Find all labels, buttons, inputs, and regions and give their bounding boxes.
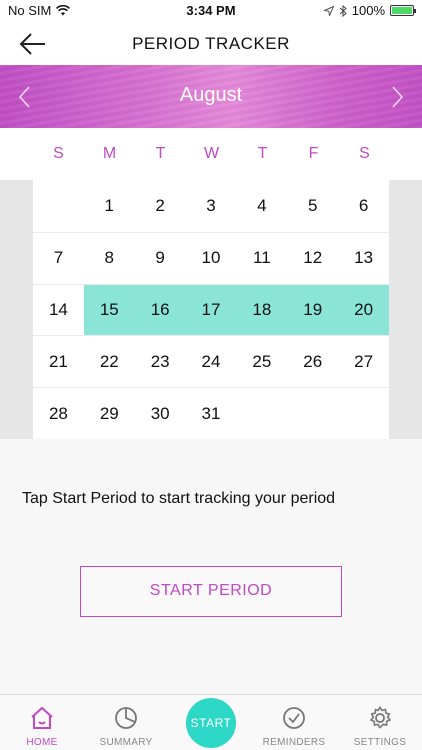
month-name: August — [179, 84, 243, 106]
tab-reminders-label: REMINDERS — [262, 737, 326, 748]
home-icon — [31, 706, 53, 729]
calendar-day-2[interactable]: 2 — [135, 180, 186, 232]
calendar-week-row: 7 8 9 10 11 12 13 — [33, 231, 389, 284]
weekday-sat: S — [359, 145, 370, 162]
weekday-fri: F — [308, 145, 319, 162]
start-button[interactable]: START — [186, 698, 236, 748]
calendar-day-19[interactable]: 19 — [287, 284, 339, 336]
calendar-day-6[interactable]: 6 — [338, 180, 389, 232]
calendar-day-3[interactable]: 3 — [186, 180, 237, 232]
calendar-week-row: 14 15 16 17 18 19 20 — [33, 283, 390, 336]
calendar-day-9[interactable]: 9 — [135, 233, 186, 284]
calendar-day-4[interactable]: 4 — [236, 180, 287, 232]
calendar-day-8[interactable]: 8 — [84, 233, 135, 284]
calendar-day-5[interactable]: 5 — [287, 180, 338, 232]
tab-summary-label: SUMMARY — [99, 737, 153, 748]
nav-bar: PERIOD TRACKER — [0, 22, 422, 65]
gear-icon — [369, 706, 392, 729]
start-period-button[interactable]: START PERIOD — [80, 566, 342, 617]
calendar-day-23[interactable]: 23 — [135, 336, 186, 387]
tab-home[interactable]: HOME — [0, 695, 84, 750]
calendar-day-26[interactable]: 26 — [287, 336, 338, 387]
calendar-empty-cell — [33, 180, 84, 232]
calendar-area: 1 2 3 4 5 6 7 8 9 10 11 12 13 14 15 16 17 18 19 20 21 22 23 24 2… — [0, 180, 422, 439]
calendar-empty-cell — [236, 388, 287, 439]
page-title: PERIOD TRACKER — [132, 34, 290, 53]
battery-icon — [390, 5, 416, 16]
calendar-day-25[interactable]: 25 — [236, 336, 287, 387]
calendar-day-17[interactable]: 17 — [185, 284, 237, 336]
calendar-day-22[interactable]: 22 — [84, 336, 135, 387]
weekday-thu: T — [257, 145, 268, 162]
calendar-day-20[interactable]: 20 — [338, 284, 390, 336]
calendar-day-11[interactable]: 11 — [236, 233, 287, 284]
calendar-week-row: 28 29 30 31 — [33, 387, 389, 439]
weekday-mon: M — [102, 145, 117, 162]
calendar-day-27[interactable]: 27 — [338, 336, 389, 387]
calendar-day-14[interactable]: 14 — [33, 285, 84, 336]
weekday-tue: T — [155, 145, 166, 162]
calendar-week-row: 21 22 23 24 25 26 27 — [33, 335, 389, 387]
tab-settings[interactable]: SETTINGS — [338, 695, 422, 750]
battery-percent: 100% — [351, 3, 385, 18]
tab-summary[interactable]: SUMMARY — [84, 695, 168, 750]
calendar-day-1[interactable]: 1 — [84, 180, 135, 232]
hint-text: Tap Start Period to start tracking your … — [22, 490, 336, 507]
tab-reminders[interactable]: REMINDERS — [252, 695, 336, 750]
tab-settings-label: SETTINGS — [353, 737, 407, 748]
weekday-header: S M T W T F S — [0, 128, 422, 180]
next-month-button[interactable] — [387, 85, 407, 109]
calendar-day-13[interactable]: 13 — [338, 233, 389, 284]
chevron-right-icon — [392, 86, 404, 108]
calendar-day-10[interactable]: 10 — [186, 233, 237, 284]
calendar-day-16[interactable]: 16 — [134, 284, 186, 336]
calendar-day-31[interactable]: 31 — [186, 388, 237, 439]
check-circle-icon — [283, 707, 305, 729]
calendar-day-24[interactable]: 24 — [186, 336, 237, 387]
month-banner: August — [0, 65, 422, 128]
pie-chart-icon — [115, 707, 137, 729]
calendar-day-12[interactable]: 12 — [287, 233, 338, 284]
calendar-day-21[interactable]: 21 — [33, 336, 84, 387]
calendar-day-28[interactable]: 28 — [33, 388, 84, 439]
calendar-day-30[interactable]: 30 — [135, 388, 186, 439]
calendar-empty-cell — [338, 388, 389, 439]
weekday-sun: S — [53, 145, 64, 162]
calendar-day-18[interactable]: 18 — [236, 284, 288, 336]
calendar-day-29[interactable]: 29 — [84, 388, 135, 439]
status-right: 100% — [323, 3, 416, 18]
calendar-grid: 1 2 3 4 5 6 7 8 9 10 11 12 13 14 15 16 17 18 19 20 21 22 23 24 2… — [33, 180, 390, 439]
status-bar: No SIM 3:34 PM 100% — [0, 0, 422, 22]
calendar-day-7[interactable]: 7 — [33, 233, 84, 284]
tab-home-label: HOME — [26, 737, 58, 748]
battery-level-fill — [392, 7, 412, 14]
calendar-day-15[interactable]: 15 — [83, 284, 135, 336]
location-arrow-icon — [323, 5, 334, 16]
weekday-wed: W — [203, 145, 220, 162]
calendar-week-row: 123456 — [33, 180, 389, 232]
bluetooth-icon — [339, 4, 347, 17]
calendar-empty-cell — [287, 388, 338, 439]
